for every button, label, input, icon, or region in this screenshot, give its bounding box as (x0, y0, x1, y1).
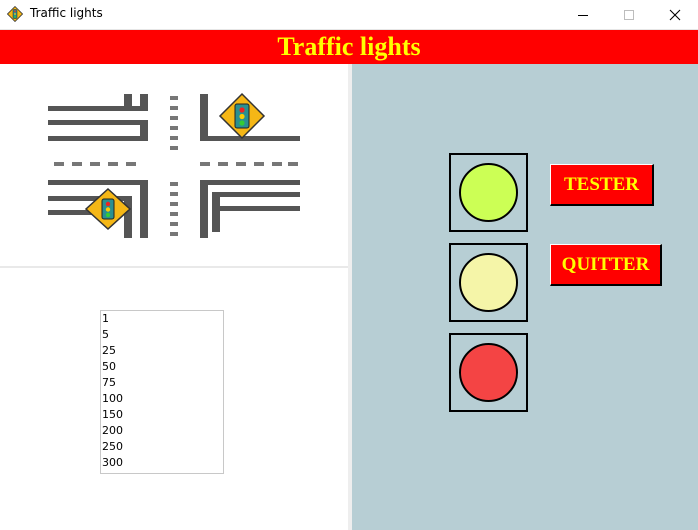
list-item[interactable]: 100 (101, 391, 223, 407)
list-item[interactable]: 5 (101, 327, 223, 343)
yellow-lamp (459, 253, 518, 312)
delay-listbox[interactable]: 1 5 25 50 75 100 150 200 250 300 (100, 310, 224, 474)
banner-title: Traffic lights (277, 32, 421, 61)
list-item[interactable]: 200 (101, 423, 223, 439)
maximize-button[interactable] (606, 0, 652, 29)
quitter-button[interactable]: QUITTER (550, 244, 662, 286)
red-lamp-frame (449, 333, 528, 412)
close-icon (669, 9, 681, 21)
list-item[interactable]: 1 (101, 311, 223, 327)
intersection-map-icon (48, 92, 300, 238)
intersection-panel (0, 66, 348, 266)
list-item[interactable]: 150 (101, 407, 223, 423)
tester-button[interactable]: TESTER (550, 164, 654, 206)
traffic-light-sign-icon (7, 6, 23, 22)
list-item[interactable]: 75 (101, 375, 223, 391)
green-lamp-frame (449, 153, 528, 232)
list-item[interactable]: 300 (101, 455, 223, 471)
window-titlebar: Traffic lights (0, 0, 698, 30)
window-title: Traffic lights (30, 6, 103, 20)
red-lamp (459, 343, 518, 402)
list-item[interactable]: 50 (101, 359, 223, 375)
title-banner: Traffic lights (0, 30, 698, 64)
list-item[interactable]: 250 (101, 439, 223, 455)
lights-panel: TESTER QUITTER (352, 64, 698, 530)
list-item[interactable]: 25 (101, 343, 223, 359)
minimize-button[interactable] (560, 0, 606, 29)
minimize-icon (578, 15, 588, 16)
green-lamp (459, 163, 518, 222)
yellow-lamp-frame (449, 243, 528, 322)
close-button[interactable] (652, 0, 698, 29)
maximize-icon (624, 10, 634, 20)
